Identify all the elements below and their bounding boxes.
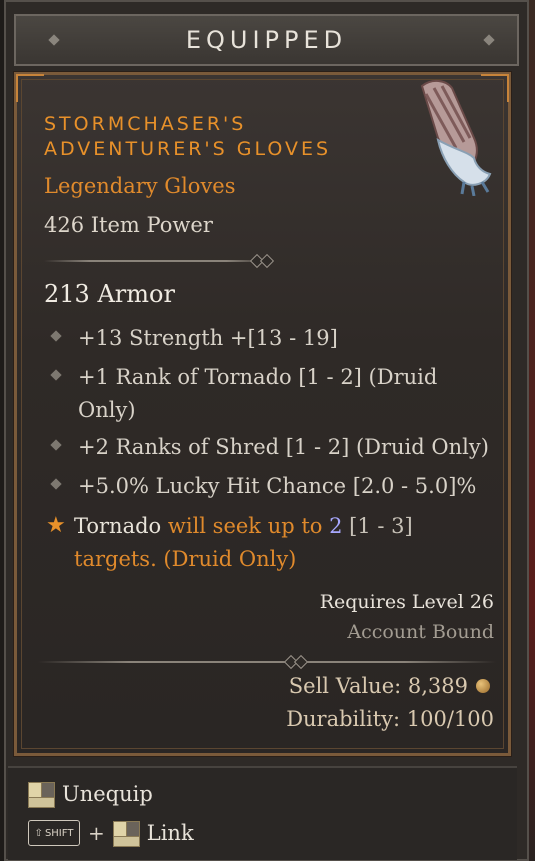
durability: Durability: 100/100 xyxy=(286,707,494,731)
divider xyxy=(44,253,275,269)
legendary-aspect-text: Tornado will seek up to 2 [1 - 3] target… xyxy=(74,514,413,571)
gauntlet-icon xyxy=(420,80,492,196)
affix-row: +1 Rank of Tornado [1 - 2] (Druid Only) xyxy=(50,361,462,427)
gold-coin-icon xyxy=(476,679,490,693)
sell-value: Sell Value: 8,389 xyxy=(289,674,490,698)
plus-sign: + xyxy=(88,821,105,845)
bind-status: Account Bound xyxy=(347,621,494,643)
header-gem-right-icon xyxy=(483,34,495,46)
unequip-label: Unequip xyxy=(62,782,153,806)
item-name: STORMCHASER'S ADVENTURER'S GLOVES xyxy=(44,112,364,162)
item-type: Legendary Gloves xyxy=(44,174,236,198)
unequip-action[interactable]: Unequip xyxy=(28,782,153,808)
item-name-line1: STORMCHASER'S xyxy=(44,113,247,135)
affix-row: +13 Strength +[13 - 19] xyxy=(50,322,502,355)
bullet-icon xyxy=(50,478,62,490)
sell-value-text: Sell Value: 8,389 xyxy=(288,674,468,698)
affix-text: +5.0% Lucky Hit Chance [2.0 - 5.0]% xyxy=(78,474,477,498)
mouse-right-click-icon xyxy=(28,782,55,808)
armor-value: 213 Armor xyxy=(44,280,175,308)
header-title: EQUIPPED xyxy=(185,26,348,54)
corner-ornament-icon xyxy=(16,74,44,102)
item-name-line2: ADVENTURER'S GLOVES xyxy=(44,138,332,160)
affix-text: +1 Rank of Tornado [1 - 2] (Druid Only) xyxy=(78,365,438,422)
bullet-icon xyxy=(50,439,62,451)
affix-text: +13 Strength +[13 - 19] xyxy=(78,326,338,350)
star-icon: ★ xyxy=(46,513,66,538)
affix-row: +2 Ranks of Shred [1 - 2] (Druid Only) xyxy=(50,431,502,464)
link-label: Link xyxy=(146,821,194,845)
link-action[interactable]: ⇧ SHIFT + Link xyxy=(28,820,194,847)
required-level: Requires Level 26 xyxy=(319,591,494,613)
item-power: 426 Item Power xyxy=(44,213,213,237)
divider xyxy=(38,654,496,670)
mouse-left-click-icon xyxy=(112,821,140,847)
affix-text: +2 Ranks of Shred [1 - 2] (Druid Only) xyxy=(78,435,489,459)
bullet-icon xyxy=(50,330,62,342)
bullet-icon xyxy=(50,369,62,381)
tooltip-header: EQUIPPED xyxy=(14,14,519,66)
legendary-aspect: ★ Tornado will seek up to 2 [1 - 3] targ… xyxy=(46,510,496,576)
action-footer: Unequip ⇧ SHIFT + Link xyxy=(8,766,517,860)
shift-key-icon: ⇧ SHIFT xyxy=(28,820,80,846)
affix-row: +5.0% Lucky Hit Chance [2.0 - 5.0]% xyxy=(50,470,502,503)
header-gem-left-icon xyxy=(48,34,60,46)
